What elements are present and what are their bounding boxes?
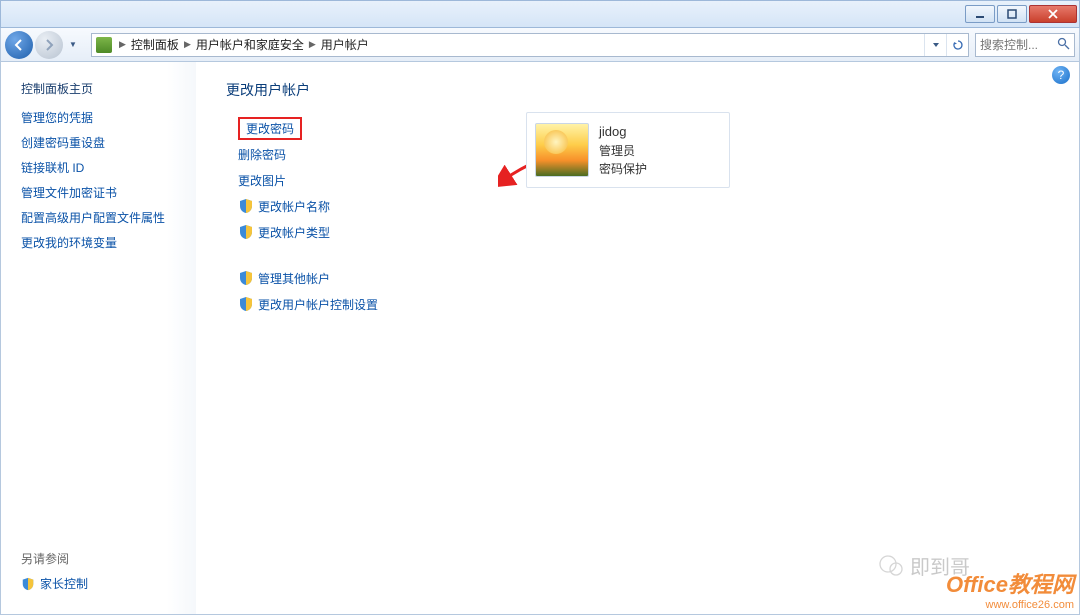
- page-title: 更改用户帐户: [226, 80, 1049, 100]
- close-button[interactable]: [1029, 5, 1077, 23]
- task-remove-password[interactable]: 删除密码: [238, 146, 286, 163]
- user-account-card: jidog 管理员 密码保护: [526, 112, 730, 188]
- task-manage-other[interactable]: 管理其他帐户: [258, 270, 330, 287]
- shield-icon: [238, 270, 254, 286]
- task-change-type[interactable]: 更改帐户类型: [258, 224, 330, 241]
- sidebar-link-reset-disk[interactable]: 创建密码重设盘: [21, 134, 186, 151]
- sidebar: 控制面板主页 管理您的凭据 创建密码重设盘 链接联机 ID 管理文件加密证书 配…: [1, 62, 196, 614]
- chevron-right-icon: ▶: [306, 39, 319, 50]
- sidebar-link-env[interactable]: 更改我的环境变量: [21, 234, 186, 251]
- chevron-right-icon: ▶: [116, 39, 129, 50]
- search-box[interactable]: [975, 33, 1075, 57]
- see-also-section: 另请参阅 家长控制: [21, 550, 88, 600]
- user-avatar: [535, 123, 589, 177]
- breadcrumb-level2[interactable]: 用户帐户: [319, 36, 371, 53]
- minimize-button[interactable]: [965, 5, 995, 23]
- sidebar-link-profile[interactable]: 配置高级用户配置文件属性: [21, 209, 186, 226]
- see-also-label: 另请参阅: [21, 550, 88, 567]
- shield-icon: [21, 577, 35, 591]
- see-also-parental-label: 家长控制: [40, 575, 88, 592]
- navigation-bar: ▼ ▶ 控制面板 ▶ 用户帐户和家庭安全 ▶ 用户帐户: [0, 28, 1080, 62]
- sidebar-link-online-id[interactable]: 链接联机 ID: [21, 159, 186, 176]
- sidebar-link-encryption[interactable]: 管理文件加密证书: [21, 184, 186, 201]
- history-dropdown-icon[interactable]: ▼: [69, 40, 81, 49]
- task-uac-settings[interactable]: 更改用户帐户控制设置: [258, 296, 378, 313]
- address-dropdown-button[interactable]: [924, 34, 946, 56]
- breadcrumb-root[interactable]: 控制面板: [129, 36, 181, 53]
- location-icon: [96, 37, 112, 53]
- task-change-name[interactable]: 更改帐户名称: [258, 198, 330, 215]
- forward-button[interactable]: [35, 31, 63, 59]
- sidebar-title: 控制面板主页: [21, 80, 186, 97]
- task-change-password[interactable]: 更改密码: [238, 117, 302, 140]
- chevron-right-icon: ▶: [181, 39, 194, 50]
- sidebar-link-credentials[interactable]: 管理您的凭据: [21, 109, 186, 126]
- see-also-parental[interactable]: 家长控制: [21, 575, 88, 592]
- shield-icon: [238, 296, 254, 312]
- search-icon[interactable]: [1057, 37, 1070, 53]
- shield-icon: [238, 198, 254, 214]
- user-protection: 密码保护: [599, 160, 647, 178]
- user-role: 管理员: [599, 142, 647, 160]
- window-titlebar: [0, 0, 1080, 28]
- refresh-button[interactable]: [946, 34, 968, 56]
- back-button[interactable]: [5, 31, 33, 59]
- maximize-button[interactable]: [997, 5, 1027, 23]
- wechat-icon: [878, 553, 904, 579]
- search-input[interactable]: [980, 38, 1040, 52]
- task-change-picture[interactable]: 更改图片: [238, 172, 286, 189]
- shield-icon: [238, 224, 254, 240]
- user-name: jidog: [599, 122, 647, 142]
- user-info: jidog 管理员 密码保护: [599, 122, 647, 178]
- watermark-chat: 即到哥: [878, 551, 970, 580]
- address-bar[interactable]: ▶ 控制面板 ▶ 用户帐户和家庭安全 ▶ 用户帐户: [91, 33, 969, 57]
- breadcrumb-level1[interactable]: 用户帐户和家庭安全: [194, 36, 306, 53]
